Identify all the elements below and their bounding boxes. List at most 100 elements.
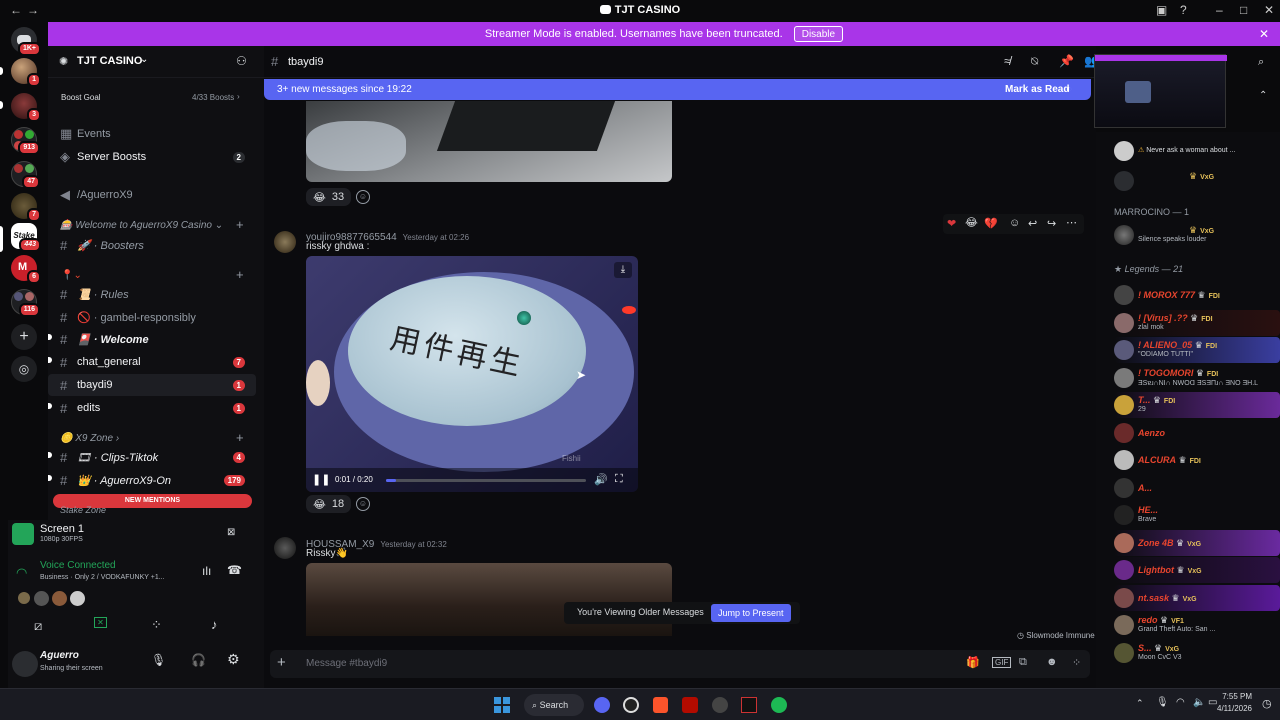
apps-icon[interactable]: ⁘: [1072, 656, 1081, 669]
channel-welcome[interactable]: # 🎴 · Welcome: [48, 328, 256, 350]
volume-icon[interactable]: 🔊: [594, 473, 608, 486]
server-boosts-item[interactable]: ◈ Server Boosts 2: [48, 146, 256, 168]
camera-off-icon[interactable]: ⧄: [34, 618, 42, 634]
add-channel-icon[interactable]: +: [236, 217, 244, 232]
channel-boosters[interactable]: # 🚀 · Boosters: [48, 234, 256, 256]
events-item[interactable]: ▦ Events: [48, 123, 256, 145]
minimize-icon[interactable]: –: [1216, 3, 1223, 17]
emoji-icon[interactable]: ☻: [1046, 656, 1058, 668]
gif-icon[interactable]: GIF: [992, 657, 1012, 668]
app-taskbar-icon[interactable]: [712, 697, 728, 713]
noise-suppression-icon[interactable]: ılı: [202, 564, 211, 578]
mark-as-read-button[interactable]: Mark as Read: [1005, 79, 1069, 100]
channel-chat-general[interactable]: # chat_general 7: [48, 351, 256, 373]
boost-goal-bar[interactable]: Boost Goal 4/33 Boosts ›: [61, 92, 241, 105]
channel-aguerrox9[interactable]: ◀ /AguerroX9: [48, 184, 256, 206]
member-item[interactable]: redo ♛ VF1 Grand Theft Auto: San ...: [1114, 612, 1280, 638]
sticker-icon[interactable]: ⧉: [1019, 656, 1027, 669]
channel-gambel-responsibly[interactable]: # 🚫 · gambel-responsibly: [48, 306, 256, 328]
download-icon[interactable]: ⤓: [614, 262, 632, 278]
add-channel-icon[interactable]: +: [236, 430, 244, 445]
voice-status[interactable]: Voice Connected: [40, 560, 116, 571]
member-item[interactable]: ALCURA ♛ FDI: [1114, 447, 1280, 473]
member-item[interactable]: S... ♛ VxG Moon CvC V3: [1114, 640, 1280, 666]
activities-icon[interactable]: ⁘: [151, 617, 162, 633]
channel-edits[interactable]: # edits 1: [48, 397, 256, 419]
category-welcome[interactable]: 🎰 Welcome to AguerroX9 Casino ⌄: [60, 220, 223, 231]
settings-gear-icon[interactable]: ⚙: [227, 651, 240, 668]
direct-messages-button[interactable]: 1K+: [11, 27, 41, 56]
server-icon[interactable]: 7: [11, 193, 41, 222]
member-item[interactable]: HE... Brave: [1114, 502, 1280, 528]
channel-rules[interactable]: # 📜 · Rules: [48, 283, 256, 305]
channel-tbaydi9-selected[interactable]: # tbaydi9 1: [48, 374, 256, 396]
member-item[interactable]: nt.sask ♛ VxG: [1114, 584, 1280, 611]
maximize-icon[interactable]: □: [1240, 3, 1247, 17]
notification-bell-icon[interactable]: ◷: [1262, 697, 1272, 710]
screen-share-icon[interactable]: ✕: [94, 617, 107, 628]
soundboard-icon[interactable]: ♪: [211, 617, 218, 632]
heart-reaction-icon[interactable]: ❤: [947, 217, 956, 230]
add-reaction-icon[interactable]: ☺: [1009, 217, 1020, 229]
channel-clips-tiktok[interactable]: # 🎞 · Clips-Tiktok 4: [48, 446, 256, 468]
server-icon[interactable]: 3: [11, 93, 41, 122]
broken-heart-icon[interactable]: 💔: [984, 217, 998, 230]
add-reaction-icon[interactable]: ☺: [356, 190, 370, 204]
author-avatar[interactable]: [274, 537, 296, 559]
channel-aguerrox9-on[interactable]: # 👑 · AguerroX9-On 179: [48, 469, 256, 491]
member-item[interactable]: ! ALIENO_05 ♛ FDI "ODIAMO TUTTI": [1114, 337, 1280, 363]
member-item[interactable]: ♛ VxG: [1114, 168, 1280, 194]
member-item[interactable]: A...: [1114, 475, 1280, 501]
video-progress-track[interactable]: [386, 479, 586, 482]
headphones-icon[interactable]: 🎧: [191, 653, 206, 667]
gift-icon[interactable]: 🎁: [966, 656, 980, 669]
windows-start-icon[interactable]: [494, 697, 510, 713]
acrobat-taskbar-icon[interactable]: [682, 697, 698, 713]
chevron-up-icon[interactable]: ⌃: [1259, 90, 1267, 101]
server-header[interactable]: ✺ TJT CASINO ⌄ ⚇: [48, 46, 264, 78]
server-icon[interactable]: 1: [11, 58, 41, 87]
stop-stream-icon[interactable]: ⊠: [227, 527, 235, 538]
discord-taskbar-icon[interactable]: [594, 697, 610, 713]
pin-icon[interactable]: 📌: [1059, 54, 1074, 68]
attach-plus-icon[interactable]: +: [277, 654, 286, 671]
tray-chevron-icon[interactable]: ⌃: [1136, 698, 1144, 709]
member-item[interactable]: ! MOROX 777 ♛ FDI: [1114, 282, 1280, 308]
member-item[interactable]: ⚠ Never ask a woman about ...: [1114, 138, 1280, 164]
clock-date[interactable]: 4/11/2026: [1212, 704, 1252, 713]
invite-people-icon[interactable]: ⚇: [236, 54, 247, 68]
reply-icon[interactable]: ↩: [1028, 217, 1037, 230]
member-item[interactable]: ! [Virus] .?? ♛ FDI zlal mok: [1114, 309, 1280, 336]
github-taskbar-icon[interactable]: [623, 697, 639, 713]
disable-streamer-mode-button[interactable]: Disable: [793, 26, 844, 42]
threads-icon[interactable]: ≉: [1004, 54, 1011, 68]
mic-tray-icon[interactable]: 🎙: [1156, 697, 1169, 708]
new-messages-bar[interactable]: 3+ new messages since 19:22 Mark as Read…: [264, 79, 1091, 100]
inbox-icon[interactable]: ▣: [1156, 3, 1167, 17]
brave-taskbar-icon[interactable]: [653, 697, 668, 713]
stream-preview-window[interactable]: [1094, 54, 1227, 128]
category-x9-zone[interactable]: 🪙 X9 Zone ›: [60, 433, 119, 444]
server-folder[interactable]: 913: [11, 127, 40, 155]
more-options-icon[interactable]: ⋯: [1066, 216, 1077, 229]
add-channel-icon[interactable]: +: [236, 267, 244, 282]
discover-button[interactable]: ◎: [11, 356, 37, 382]
author-avatar[interactable]: [274, 231, 296, 253]
spotify-taskbar-icon[interactable]: [771, 697, 787, 713]
app-taskbar-icon[interactable]: [741, 697, 757, 713]
voice-user-avatar[interactable]: [70, 591, 85, 606]
member-item[interactable]: Aenzo: [1114, 420, 1280, 446]
fullscreen-icon[interactable]: ⛶: [615, 473, 623, 486]
category-stake-zone[interactable]: Stake Zone: [60, 505, 106, 515]
voice-user-avatar[interactable]: [34, 591, 49, 606]
member-item[interactable]: ! TOGOMORI ♛ FDI ƎSɐɹ∩NI∩ NWOᗡ ƎSƎΠɹ∩ ƎNO …: [1114, 365, 1280, 391]
laugh-reaction-icon[interactable]: 😂: [965, 216, 978, 229]
forward-icon[interactable]: ↪: [1047, 217, 1056, 230]
close-banner-icon[interactable]: ✕: [1259, 22, 1269, 46]
reaction-laugh[interactable]: 😂 18: [306, 495, 352, 513]
video-player[interactable]: 用件再生 Fishii ⤓ ➤ ❚❚ 0:01 / 0:20 🔊 ⛶: [306, 256, 638, 492]
clock-time[interactable]: 7:55 PM: [1222, 692, 1252, 701]
disconnect-icon[interactable]: ☎: [227, 563, 242, 577]
reaction-laugh[interactable]: 😂 33: [306, 188, 352, 206]
video-thumbnail[interactable]: [306, 101, 672, 182]
